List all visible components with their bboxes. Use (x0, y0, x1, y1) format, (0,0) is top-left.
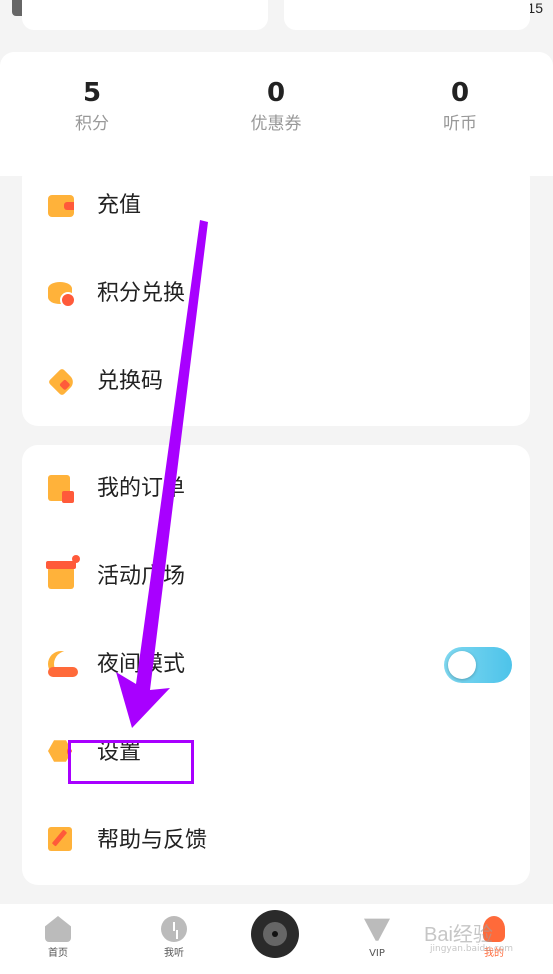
menu-item-night-mode: 夜间模式 (22, 621, 530, 709)
watermark: Bai经验 (424, 924, 493, 946)
home-icon (45, 916, 71, 942)
stat-coupons[interactable]: 0 优惠券 (206, 76, 346, 136)
stat-label: 听币 (443, 114, 477, 134)
watermark-url: jingyan.baidu.com (430, 944, 514, 954)
night-mode-toggle[interactable] (444, 647, 512, 683)
menu-item-label: 活动广场 (97, 564, 186, 589)
menu-item-points-exchange[interactable]: 积分兑换 (22, 250, 530, 338)
stat-value: 5 (82, 78, 102, 108)
edit-icon (48, 827, 72, 851)
menu-item-label: 帮助与反馈 (97, 828, 208, 853)
coins-icon (48, 280, 76, 308)
menu-item-activity-plaza[interactable]: 活动广场 (22, 533, 530, 621)
gift-icon (46, 555, 80, 589)
tag-icon (47, 367, 77, 397)
menu-item-recharge[interactable]: 充值 (22, 162, 530, 250)
top-card-right[interactable] (284, 0, 530, 30)
nav-label: VIP (369, 948, 385, 959)
nav-label: 我听 (164, 948, 184, 959)
stat-value: 0 (266, 78, 286, 108)
menu-item-help-feedback[interactable]: 帮助与反馈 (22, 797, 530, 885)
annotation-highlight-box (68, 740, 194, 784)
stat-label: 优惠券 (250, 114, 302, 134)
menu-card-general: 我的订单 活动广场 夜间模式 设置 帮助与反馈 (22, 445, 530, 885)
stats-panel: 5 积分 0 优惠券 0 听币 (0, 52, 553, 176)
nav-label: 首页 (48, 948, 68, 959)
menu-item-label: 夜间模式 (97, 652, 186, 677)
stat-points[interactable]: 5 积分 (22, 76, 162, 136)
wallet-icon (48, 195, 74, 217)
menu-item-label: 充值 (97, 193, 142, 218)
menu-item-label: 积分兑换 (97, 281, 186, 306)
order-icon (48, 475, 74, 503)
menu-item-redeem-code[interactable]: 兑换码 (22, 338, 530, 426)
menu-card-wallet: 充值 积分兑换 兑换码 (22, 162, 530, 426)
vip-icon (364, 918, 390, 941)
stat-value: 0 (450, 78, 470, 108)
top-card-left[interactable] (22, 0, 268, 30)
stat-label: 积分 (75, 114, 109, 134)
nav-vip[interactable]: VIP (337, 912, 417, 960)
clock-icon (161, 916, 187, 942)
stat-listen-coins[interactable]: 0 听币 (390, 76, 530, 136)
moon-icon (48, 651, 80, 677)
menu-item-label: 我的订单 (97, 476, 186, 501)
nav-my-listen[interactable]: 我听 (134, 912, 214, 960)
nav-home[interactable]: 首页 (18, 912, 98, 960)
menu-item-label: 兑换码 (97, 369, 164, 394)
menu-item-my-orders[interactable]: 我的订单 (22, 445, 530, 533)
toggle-knob (448, 651, 476, 679)
player-disc-button[interactable] (251, 910, 299, 958)
